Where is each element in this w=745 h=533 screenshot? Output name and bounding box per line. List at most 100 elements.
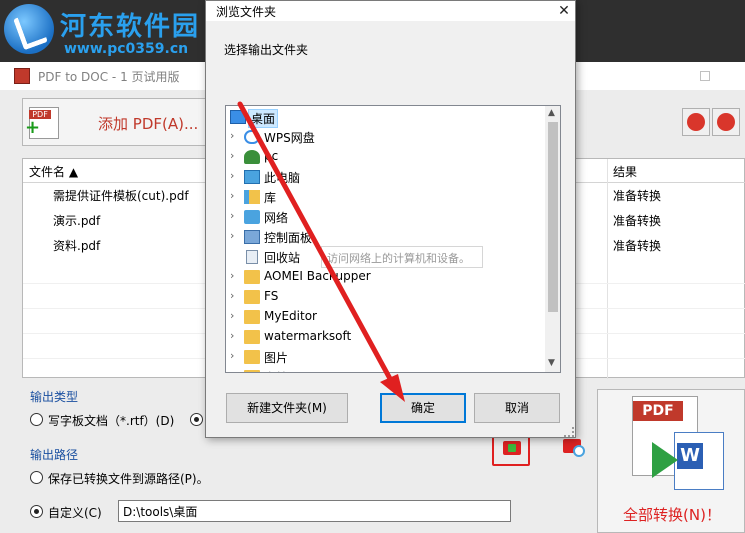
tree-item-label: 此电脑 [264,171,301,185]
folder-search-icon [563,439,585,457]
output-path-label: 输出路径 [30,448,79,462]
maximize-button[interactable] [700,71,710,81]
convert-all-label: 全部转换(N)！ [623,506,721,524]
tree-item-label: watermarksoft [264,329,352,343]
chevron-right-icon[interactable]: › [230,149,234,162]
tree-scrollbar[interactable]: ▲ ▼ [545,106,560,372]
tree-item-label: FS [264,289,279,303]
tree-item-folder[interactable]: › 图片 [226,347,544,367]
computer-icon [244,170,260,184]
tree-item-folder[interactable]: › 文档 [226,367,544,372]
recycle-bin-icon [246,250,258,264]
tree-item-folder[interactable]: › FS [226,287,544,307]
chevron-right-icon[interactable]: › [230,269,234,282]
tree-item-label: AOMEI Backupper [264,269,371,283]
tree-item-wps[interactable]: › WPS网盘 [226,127,544,147]
tree-item-desktop[interactable]: 桌面 [226,107,544,128]
scroll-up-icon[interactable]: ▲ [548,108,555,118]
file-name: 资料.pdf [53,239,101,253]
plus-icon: + [25,117,41,138]
app-title: PDF to DOC - 1 页试用版 [38,70,180,84]
watermark-logo-icon [4,4,54,54]
tree-item-this-pc[interactable]: › 此电脑 [226,167,544,187]
scroll-down-icon[interactable]: ▼ [548,358,555,368]
folder-icon [244,350,260,364]
chevron-right-icon[interactable]: › [230,209,234,222]
tree-item-label: pc [264,149,279,163]
tooltip: 访问网络上的计算机和设备。 [321,246,483,268]
chevron-right-icon[interactable]: › [230,129,234,142]
pdf-to-word-icon [632,396,728,496]
folder-icon [244,270,260,284]
tree-item-label: 桌面 [248,109,279,128]
output-type-label: 输出类型 [30,390,79,404]
folder-icon [244,310,260,324]
chevron-right-icon[interactable]: › [230,369,234,372]
folder-tree[interactable]: 桌面 › WPS网盘 › pc › 此电脑 › 库 › 网络 › 控制面板 回收… [225,105,561,373]
tree-item-label: 回收站 [264,251,301,265]
control-panel-icon [244,230,260,244]
custom-path-input[interactable] [118,500,511,522]
rtf-radio[interactable] [30,413,43,426]
rtf-option-label: 写字板文档（*.rtf）(D) [48,414,175,428]
file-name: 需提供证件模板(cut).pdf [53,189,189,203]
column-header-result[interactable]: 结果 [613,163,637,180]
resize-grip[interactable] [564,427,574,437]
folder-icon [244,290,260,304]
tree-item-label: 图片 [264,351,289,365]
dialog-prompt: 选择输出文件夹 [224,43,309,57]
add-pdf-button[interactable]: + 添加 PDF(A)... [22,98,212,146]
source-path-label: 保存已转换文件到源路径(P)。 [48,472,209,486]
watermark: 河东软件园 www.pc0359.cn [0,0,210,62]
watermark-title: 河东软件园 [60,12,201,42]
watermark-url: www.pc0359.cn [64,41,189,57]
convert-all-button[interactable]: 全部转换(N)！ [597,389,745,533]
globe-icon [687,113,705,131]
tree-item-label: 库 [264,191,277,205]
column-header-name[interactable]: 文件名 ▲ [29,163,78,180]
tree-item-label: MyEditor [264,309,317,323]
tree-item-label: WPS网盘 [264,131,315,145]
user-icon [244,150,260,164]
folder-icon [244,370,260,372]
tree-item-label: 控制面板 [264,231,313,245]
tree-item-pc[interactable]: › pc [226,147,544,167]
chevron-right-icon[interactable]: › [230,289,234,302]
word-document-icon [674,432,724,490]
scrollbar-thumb[interactable] [548,122,558,312]
chevron-right-icon[interactable]: › [230,229,234,242]
tree-item-label: 文档 [264,369,288,372]
cancel-button[interactable]: 取消 [474,393,560,423]
tree-item-folder[interactable]: › AOMEI Backupper [226,267,544,287]
source-path-radio[interactable] [30,471,43,484]
settings-button[interactable] [712,108,740,136]
tree-item-folder[interactable]: › watermarksoft [226,327,544,347]
file-name: 演示.pdf [53,214,101,228]
app-icon [14,68,30,84]
wrench-icon [717,113,735,131]
tree-item-control-panel[interactable]: › 控制面板 [226,227,544,247]
web-button[interactable] [682,108,710,136]
dialog-title: 浏览文件夹 [216,5,277,19]
cloud-icon [244,130,260,144]
tree-item-library[interactable]: › 库 [226,187,544,207]
chevron-right-icon[interactable]: › [230,329,234,342]
chevron-right-icon[interactable]: › [230,309,234,322]
library-icon [244,190,260,204]
file-status: 准备转换 [613,214,662,228]
arrow-right-icon [652,442,678,478]
close-icon[interactable]: ✕ [554,1,574,21]
file-status: 准备转换 [613,239,662,253]
custom-path-radio[interactable] [30,505,43,518]
tree-item-network[interactable]: › 网络 [226,207,544,227]
dialog-titlebar: 浏览文件夹 ✕ [206,1,575,21]
new-folder-button[interactable]: 新建文件夹(M) [226,393,348,423]
browse-folder-dialog: 浏览文件夹 ✕ 选择输出文件夹 桌面 › WPS网盘 › pc › 此电脑 › … [205,0,576,438]
desktop-icon [230,110,246,124]
tree-item-folder[interactable]: › MyEditor [226,307,544,327]
doc-radio[interactable] [190,413,203,426]
ok-button[interactable]: 确定 [380,393,466,423]
chevron-right-icon[interactable]: › [230,349,234,362]
chevron-right-icon[interactable]: › [230,169,234,182]
chevron-right-icon[interactable]: › [230,189,234,202]
